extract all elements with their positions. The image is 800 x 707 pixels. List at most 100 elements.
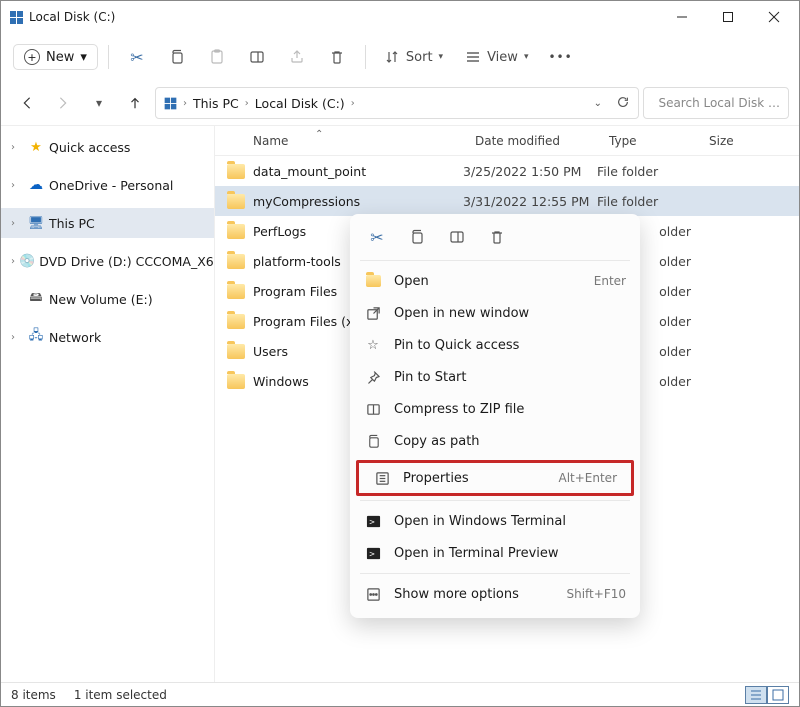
- chevron-right-icon: ›: [11, 180, 23, 191]
- chevron-down-icon[interactable]: ⌄: [594, 98, 602, 109]
- refresh-button[interactable]: [616, 95, 630, 112]
- ctx-properties[interactable]: Properties Alt+Enter: [356, 460, 634, 496]
- share-button[interactable]: [279, 39, 315, 75]
- ellipsis-icon: •••: [548, 50, 572, 64]
- folder-icon: [227, 194, 245, 209]
- chevron-down-icon: ▾: [96, 96, 102, 110]
- thumbnails-view-button[interactable]: [767, 686, 789, 704]
- disc-icon: 💿: [19, 254, 35, 269]
- column-date[interactable]: Date modified: [463, 134, 597, 148]
- back-button[interactable]: [11, 87, 43, 119]
- ctx-open-new-window[interactable]: Open in new window: [350, 297, 640, 329]
- file-row-selected[interactable]: myCompressions 3/31/2022 12:55 PM File f…: [215, 186, 799, 216]
- sidebar-item-network[interactable]: › 🖧 Network: [1, 322, 214, 352]
- paste-button[interactable]: [199, 39, 235, 75]
- scissors-icon: ✂: [370, 228, 383, 247]
- chevron-down-icon: ▾: [439, 52, 444, 62]
- network-icon: 🖧: [27, 326, 45, 348]
- chevron-right-icon: ›: [245, 98, 249, 109]
- nav-row: ▾ › This PC › Local Disk (C:) › ⌄ Search…: [1, 81, 799, 125]
- pin-icon: [364, 370, 382, 385]
- sidebar-item-quick-access[interactable]: › ★ Quick access: [1, 132, 214, 162]
- delete-button[interactable]: [319, 39, 355, 75]
- chevron-right-icon: ›: [11, 142, 23, 153]
- folder-icon: [227, 224, 245, 239]
- item-count: 8 items: [11, 688, 56, 702]
- ctx-rename-button[interactable]: [446, 226, 468, 248]
- sort-button[interactable]: Sort ▾: [376, 39, 453, 75]
- rename-button[interactable]: [239, 39, 275, 75]
- details-view-button[interactable]: [745, 686, 767, 704]
- share-icon: [289, 49, 305, 65]
- up-button[interactable]: [119, 87, 151, 119]
- ctx-copy-button[interactable]: [406, 226, 428, 248]
- minimize-button[interactable]: [659, 1, 705, 33]
- sort-indicator-icon: ⌃: [315, 129, 323, 140]
- terminal-icon: >: [364, 546, 382, 561]
- context-menu: ✂ Open Enter Open in new window ☆ Pin to…: [350, 214, 640, 618]
- folder-icon: [227, 314, 245, 329]
- more-icon: [364, 587, 382, 602]
- context-quick-actions: ✂: [350, 220, 640, 256]
- copy-button[interactable]: [159, 39, 195, 75]
- column-headers: Name ⌃ Date modified Type Size: [215, 126, 799, 156]
- column-size[interactable]: Size: [697, 134, 799, 148]
- menu-separator: [360, 260, 630, 261]
- column-name[interactable]: Name ⌃: [215, 134, 463, 148]
- folder-icon: [227, 284, 245, 299]
- sidebar-item-this-pc[interactable]: › 🖥 This PC: [1, 208, 214, 238]
- chevron-right-icon: ›: [11, 256, 15, 267]
- breadcrumb-local-disk[interactable]: Local Disk (C:): [255, 96, 345, 111]
- chevron-right-icon: ›: [351, 98, 355, 109]
- chevron-down-icon: ▾: [524, 52, 529, 62]
- ctx-show-more[interactable]: Show more options Shift+F10: [350, 578, 640, 610]
- zip-icon: [364, 402, 382, 417]
- address-bar[interactable]: › This PC › Local Disk (C:) › ⌄: [155, 87, 639, 119]
- sidebar-item-new-volume[interactable]: 🖴 New Volume (E:): [1, 284, 214, 314]
- search-box[interactable]: Search Local Disk …: [643, 87, 789, 119]
- view-button[interactable]: View ▾: [457, 39, 538, 75]
- file-row[interactable]: data_mount_point 3/25/2022 1:50 PM File …: [215, 156, 799, 186]
- terminal-icon: >: [364, 514, 382, 529]
- ctx-open-terminal-preview[interactable]: > Open in Terminal Preview: [350, 537, 640, 569]
- close-button[interactable]: [751, 1, 797, 33]
- monitor-icon: 🖥: [27, 216, 45, 231]
- ctx-compress[interactable]: Compress to ZIP file: [350, 393, 640, 425]
- ctx-pin-start[interactable]: Pin to Start: [350, 361, 640, 393]
- more-button[interactable]: •••: [542, 39, 578, 75]
- new-button[interactable]: + New ▾: [13, 44, 98, 70]
- drive-icon: [165, 97, 177, 109]
- open-new-window-icon: [364, 306, 382, 321]
- selection-count: 1 item selected: [74, 688, 167, 702]
- window-title: Local Disk (C:): [29, 10, 115, 24]
- ctx-cut-button[interactable]: ✂: [366, 226, 388, 248]
- trash-icon: [329, 49, 345, 65]
- scissors-icon: ✂: [130, 48, 143, 67]
- maximize-button[interactable]: [705, 1, 751, 33]
- folder-icon: [227, 374, 245, 389]
- copy-path-icon: [364, 434, 382, 449]
- folder-icon: [227, 164, 245, 179]
- column-type[interactable]: Type: [597, 134, 697, 148]
- ctx-open-windows-terminal[interactable]: > Open in Windows Terminal: [350, 505, 640, 537]
- ctx-open[interactable]: Open Enter: [350, 265, 640, 297]
- cut-button[interactable]: ✂: [119, 39, 155, 75]
- status-bar: 8 items 1 item selected: [1, 682, 799, 706]
- trash-icon: [489, 229, 505, 245]
- ctx-copy-path[interactable]: Copy as path: [350, 425, 640, 457]
- sidebar-item-onedrive[interactable]: › ☁ OneDrive - Personal: [1, 170, 214, 200]
- command-bar: + New ▾ ✂ Sort ▾ View ▾ •••: [1, 33, 799, 81]
- folder-icon: [364, 275, 382, 287]
- breadcrumb-this-pc[interactable]: This PC: [193, 96, 239, 111]
- cloud-icon: ☁: [27, 177, 45, 193]
- sidebar-item-dvd[interactable]: › 💿 DVD Drive (D:) CCCOMA_X64FR: [1, 246, 214, 276]
- chevron-right-icon: ›: [11, 218, 23, 229]
- toolbar-divider: [365, 45, 366, 69]
- svg-text:>: >: [368, 549, 374, 558]
- ctx-delete-button[interactable]: [486, 226, 508, 248]
- drive-icon: 🖴: [27, 288, 45, 310]
- ctx-pin-quick-access[interactable]: ☆ Pin to Quick access: [350, 329, 640, 361]
- forward-button[interactable]: [47, 87, 79, 119]
- drive-icon: [9, 10, 23, 24]
- recent-button[interactable]: ▾: [83, 87, 115, 119]
